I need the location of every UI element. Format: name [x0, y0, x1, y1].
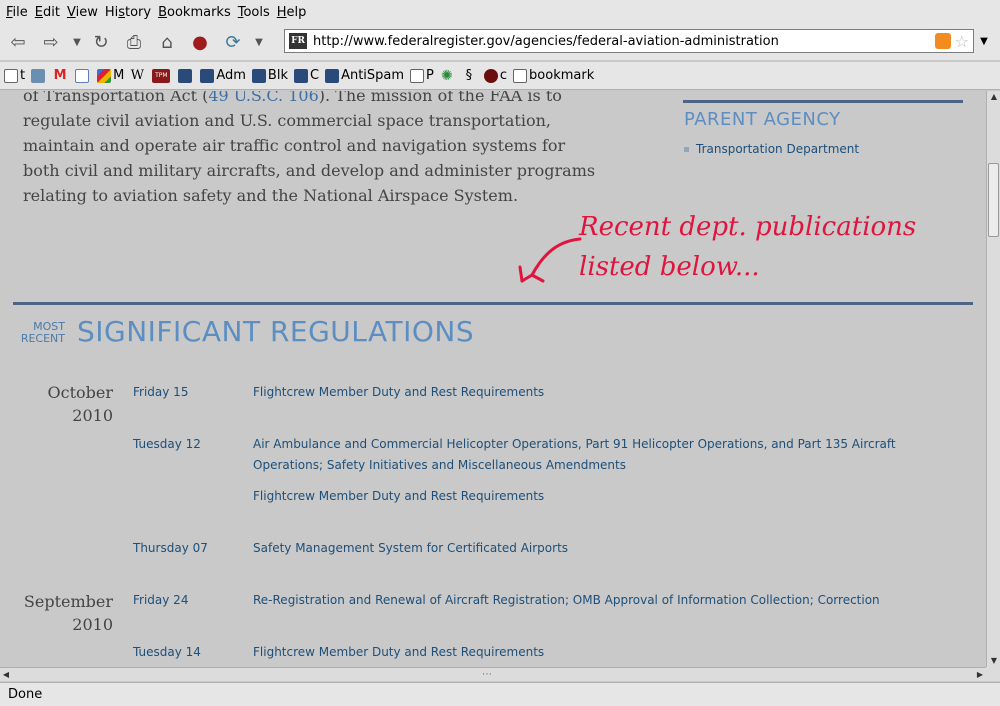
- navigation-toolbar: ⇦ ⇨ ▼ ↻ ⎙ ⌂ ● ⟳ ▼ FR http://www.federalr…: [0, 24, 1000, 60]
- publication-link[interactable]: Flightcrew Member Duty and Rest Requirem…: [253, 642, 953, 663]
- bookmark-item[interactable]: C: [293, 68, 319, 83]
- bookmarklet-icon: [178, 68, 193, 83]
- wikipedia-icon: W: [130, 68, 145, 83]
- back-icon[interactable]: ⇦: [4, 28, 32, 56]
- scroll-down-icon[interactable]: ▼: [987, 655, 1000, 667]
- publication-day: Tuesday 12: [133, 437, 201, 451]
- bookmarklet-icon: [293, 68, 308, 83]
- bookmark-item[interactable]: [31, 68, 47, 83]
- status-bar: Done: [0, 682, 1000, 706]
- note-icon: [513, 68, 528, 83]
- bookmark-item[interactable]: ✺: [440, 67, 456, 84]
- menu-bar: File Edit View History Bookmarks Tools H…: [0, 0, 1000, 24]
- site-favicon: FR: [289, 33, 307, 49]
- publication-link[interactable]: Flightcrew Member Duty and Rest Requirem…: [253, 382, 953, 403]
- gear-icon: ✺: [441, 67, 453, 84]
- download-icon[interactable]: ⟳: [219, 28, 247, 56]
- publication-link[interactable]: Re-Registration and Renewal of Aircraft …: [253, 590, 953, 611]
- page-icon: [410, 68, 425, 83]
- home-icon[interactable]: ⌂: [153, 28, 181, 56]
- most-recent-label: MOST RECENT: [20, 320, 65, 345]
- bookmarklet-icon: [251, 68, 266, 83]
- horizontal-scroll-grip[interactable]: ⋯: [482, 669, 492, 681]
- scrollbar-corner: [986, 667, 1000, 681]
- tpm-icon: TPM: [152, 68, 171, 83]
- usc-link[interactable]: 49 U.S.C. 106: [208, 91, 318, 105]
- rss-feed-icon[interactable]: [934, 33, 951, 49]
- history-dropdown-icon[interactable]: ▼: [70, 28, 84, 56]
- menu-file[interactable]: File: [6, 5, 28, 20]
- menu-tools[interactable]: Tools: [238, 5, 270, 20]
- bookmark-item[interactable]: TPM: [152, 68, 172, 83]
- bookmarks-toolbar: t M M W TPM Adm Blk C AntiSpam P ✺ § c b…: [0, 62, 1000, 90]
- reload-icon[interactable]: ↻: [87, 28, 115, 56]
- download-dropdown-icon[interactable]: ▼: [252, 28, 266, 56]
- scroll-left-icon[interactable]: ◀: [0, 668, 12, 682]
- parent-agency-heading: PARENT AGENCY: [684, 109, 841, 130]
- bookmark-item[interactable]: [75, 68, 91, 83]
- publication-day: Thursday 07: [133, 541, 208, 555]
- bookmarklet-icon: [200, 68, 215, 83]
- bullet-icon: [684, 146, 689, 152]
- url-bar[interactable]: FR http://www.federalregister.gov/agenci…: [284, 29, 974, 53]
- ink-icon: §: [465, 68, 473, 83]
- menu-edit[interactable]: Edit: [35, 5, 60, 20]
- status-text: Done: [8, 687, 43, 702]
- bookmark-item[interactable]: M: [53, 68, 69, 83]
- bookmark-item[interactable]: c: [483, 68, 507, 83]
- vertical-scroll-thumb[interactable]: [988, 163, 999, 237]
- bookmark-item[interactable]: [178, 68, 194, 83]
- menu-view[interactable]: View: [67, 5, 98, 20]
- publication-day: Friday 15: [133, 385, 189, 399]
- bookmark-item[interactable]: Blk: [251, 68, 288, 83]
- section-divider: [13, 302, 973, 305]
- month-heading: September 2010: [23, 592, 113, 634]
- publication-link[interactable]: Air Ambulance and Commercial Helicopter …: [253, 434, 953, 476]
- month-heading: October 2010: [47, 383, 114, 425]
- ball-icon: [483, 68, 498, 83]
- calendar-icon: [75, 68, 90, 83]
- bookmark-item[interactable]: W: [130, 68, 146, 83]
- stop-icon[interactable]: ●: [186, 28, 214, 56]
- bookmark-item[interactable]: bookmark: [513, 68, 594, 83]
- google-icon: [97, 68, 112, 83]
- url-text[interactable]: http://www.federalregister.gov/agencies/…: [313, 34, 935, 49]
- bookmark-item[interactable]: P: [410, 68, 434, 83]
- handwritten-annotation: Recent dept. publications listed below..…: [579, 212, 917, 282]
- forward-icon[interactable]: ⇨: [37, 28, 65, 56]
- agency-mission-text: of Transportation Act (49 U.S.C. 106). T…: [23, 91, 603, 208]
- publication-day: Friday 24: [133, 593, 189, 607]
- section-title: SIGNIFICANT REGULATIONS: [77, 315, 475, 348]
- bookmark-star-icon[interactable]: ☆: [955, 32, 969, 51]
- publication-link[interactable]: Flightcrew Member Duty and Rest Requirem…: [253, 486, 953, 507]
- gmail-icon: M: [53, 68, 67, 83]
- bookmarklet-icon: [325, 68, 340, 83]
- scroll-up-icon[interactable]: ▲: [987, 91, 1000, 103]
- page-icon: [4, 68, 18, 83]
- publication-day: Tuesday 14: [133, 645, 201, 659]
- parent-agency-link[interactable]: Transportation Department: [684, 142, 859, 156]
- vertical-scrollbar[interactable]: ▲ ▼: [986, 91, 1000, 667]
- bookmark-item[interactable]: §: [462, 68, 478, 83]
- scroll-right-icon[interactable]: ▶: [974, 668, 986, 682]
- publication-link[interactable]: Safety Management System for Certificate…: [253, 538, 953, 559]
- print-icon[interactable]: ⎙: [120, 28, 148, 56]
- menu-history[interactable]: History: [105, 5, 151, 20]
- menu-bookmarks[interactable]: Bookmarks: [158, 5, 231, 20]
- page-viewport: of Transportation Act (49 U.S.C. 106). T…: [0, 91, 986, 667]
- horizontal-scrollbar[interactable]: ◀ ⋯ ▶: [0, 667, 986, 681]
- menu-help[interactable]: Help: [277, 5, 307, 20]
- bookmark-item[interactable]: t: [4, 68, 25, 83]
- bookmark-item[interactable]: AntiSpam: [325, 68, 404, 83]
- parent-agency-divider: [683, 100, 963, 103]
- grid-icon: [31, 68, 46, 83]
- bookmark-item[interactable]: Adm: [200, 68, 246, 83]
- bookmark-item[interactable]: M: [97, 68, 124, 83]
- annotation-arrow-icon: [518, 237, 582, 283]
- url-dropdown-icon[interactable]: ▼: [974, 29, 994, 53]
